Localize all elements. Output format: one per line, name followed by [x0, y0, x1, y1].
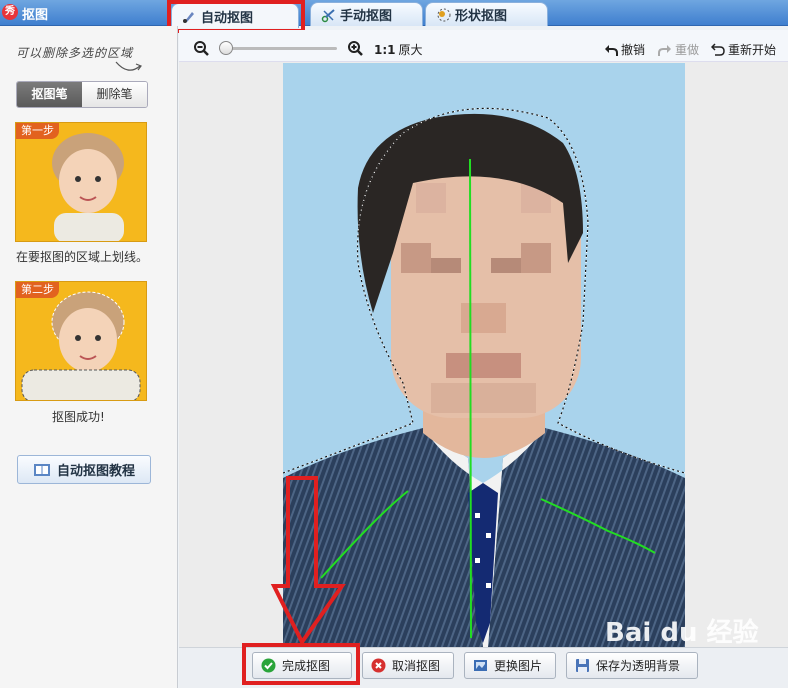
scissors-icon: [321, 8, 335, 22]
brush-mode-toggle: 抠图笔 删除笔: [16, 81, 148, 108]
highlight-box-finish: [242, 643, 360, 685]
baby-cutout-photo: [16, 282, 146, 400]
pixelated-face: [391, 158, 581, 418]
restart-label: 重新开始: [728, 43, 777, 57]
zoom-out-icon[interactable]: [193, 40, 209, 56]
tab-shape-cutout-label: 形状抠图: [455, 9, 508, 24]
save-transparent-button[interactable]: 保存为透明背景: [566, 652, 698, 679]
save-transparent-label: 保存为透明背景: [596, 659, 681, 673]
restart-icon: [711, 42, 725, 56]
zoom-slider-track[interactable]: [219, 47, 337, 50]
undo-icon: [605, 44, 618, 56]
redo-button[interactable]: 重做: [658, 41, 699, 58]
zoom-slider-handle[interactable]: [219, 41, 233, 55]
image-icon: [474, 660, 487, 671]
curved-arrow-icon: [115, 61, 142, 71]
cancel-cutout-button[interactable]: 取消抠图: [362, 652, 454, 679]
tab-manual-cutout-label: 手动抠图: [340, 9, 393, 24]
meitu-app-icon: 秀: [2, 4, 18, 20]
step1-caption: 在要抠图的区域上划线。: [16, 250, 149, 264]
step2-badge: 第二步: [16, 282, 59, 298]
actual-size-ratio: 1:1: [374, 42, 396, 57]
step1-example-image: 第一步: [15, 122, 147, 242]
change-image-label: 更换图片: [494, 659, 543, 673]
step2-caption: 抠图成功!: [52, 410, 105, 424]
redo-label: 重做: [675, 43, 700, 57]
erase-pen-button[interactable]: 删除笔: [82, 82, 147, 107]
highlight-box-tab: [167, 0, 305, 33]
cancel-cutout-label: 取消抠图: [392, 659, 441, 673]
shape-icon: [437, 8, 451, 21]
window-title: 抠图: [22, 8, 49, 23]
book-icon: [33, 463, 50, 476]
left-panel: 可以删除多选的区域 抠图笔 删除笔 第一步 在要抠图的区域上划线。 第二步 抠图…: [0, 26, 178, 688]
annotation-arrow-icon: [270, 476, 346, 646]
save-icon: [576, 659, 589, 672]
cutout-pen-button[interactable]: 抠图笔: [17, 82, 82, 107]
step2-example-image: 第二步: [15, 281, 147, 401]
undo-button[interactable]: 撤销: [604, 41, 645, 58]
change-image-button[interactable]: 更换图片: [464, 652, 556, 679]
step1-badge: 第一步: [16, 123, 59, 139]
undo-label: 撤销: [621, 43, 646, 57]
watermark: Bai du 经验: [605, 618, 759, 648]
zoom-in-icon[interactable]: [347, 40, 363, 56]
tutorial-button[interactable]: 自动抠图教程: [17, 455, 151, 484]
actual-size-button[interactable]: 1:1 原大: [374, 41, 423, 58]
restart-button[interactable]: 重新开始: [711, 41, 776, 58]
cancel-icon: [371, 658, 386, 673]
redo-icon: [658, 44, 671, 56]
tab-manual-cutout[interactable]: 手动抠图: [310, 2, 423, 26]
baby-photo: [16, 123, 146, 241]
tab-shape-cutout[interactable]: 形状抠图: [425, 2, 548, 26]
tutorial-button-label: 自动抠图教程: [56, 464, 135, 479]
actual-size-label: 原大: [398, 43, 423, 57]
